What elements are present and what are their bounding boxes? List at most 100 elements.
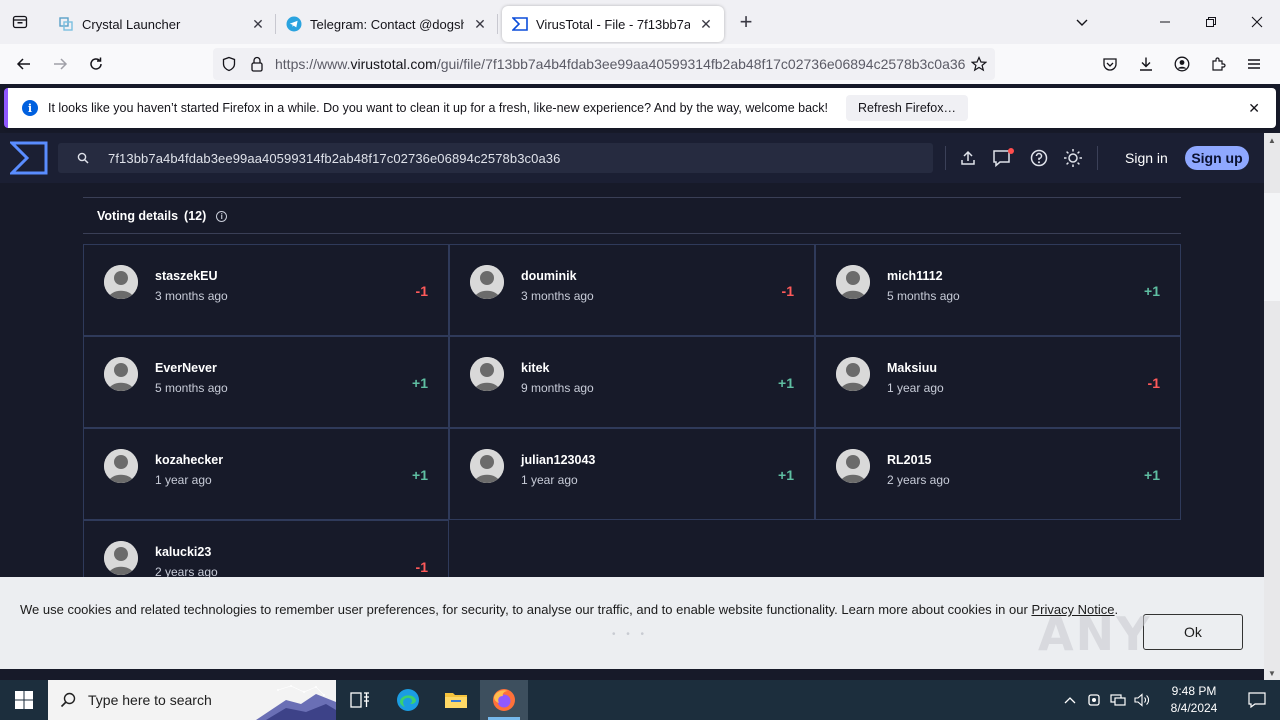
- vote-card: EverNever 5 months ago +1: [83, 336, 449, 428]
- avatar[interactable]: [470, 265, 504, 299]
- refresh-firefox-button[interactable]: Refresh Firefox…: [846, 95, 968, 121]
- forward-button[interactable]: [42, 48, 78, 80]
- avatar[interactable]: [104, 265, 138, 299]
- url-text[interactable]: https://www.virustotal.com/gui/file/7f13…: [275, 56, 965, 72]
- vote-time: 9 months ago: [521, 381, 594, 395]
- chat-icon: [993, 148, 1014, 168]
- tab-crystal-launcher[interactable]: Crystal Launcher ✕: [48, 6, 276, 42]
- vote-card: julian123043 1 year ago +1: [449, 428, 815, 520]
- avatar[interactable]: [836, 265, 870, 299]
- vote-value: -1: [781, 283, 794, 299]
- voter-username[interactable]: douminik: [521, 269, 577, 283]
- restore-button[interactable]: [1188, 0, 1234, 44]
- action-center-button[interactable]: [1234, 680, 1280, 720]
- scrollbar-thumb[interactable]: [1264, 193, 1280, 301]
- close-tab-icon[interactable]: ✕: [472, 16, 488, 32]
- avatar[interactable]: [470, 449, 504, 483]
- file-explorer-taskbar-button[interactable]: [432, 680, 480, 720]
- show-hidden-icons-button[interactable]: [1058, 680, 1082, 720]
- vote-card: RL2015 2 years ago +1: [815, 428, 1181, 520]
- start-button[interactable]: [0, 680, 48, 720]
- url-bar[interactable]: https://www.virustotal.com/gui/file/7f13…: [213, 48, 995, 80]
- windows-taskbar: Type here to search 9:48 PM 8/4/2024: [0, 680, 1280, 720]
- upload-button[interactable]: [957, 147, 979, 169]
- vote-time: 3 months ago: [155, 289, 228, 303]
- minimize-icon: [1160, 21, 1170, 23]
- new-tab-button[interactable]: +: [730, 6, 762, 38]
- bookmark-star-icon[interactable]: [965, 48, 993, 80]
- close-tab-icon[interactable]: ✕: [698, 16, 714, 32]
- volume-button[interactable]: [1130, 680, 1154, 720]
- voter-username[interactable]: kitek: [521, 361, 550, 375]
- sign-in-link[interactable]: Sign in: [1125, 150, 1168, 166]
- extensions-button[interactable]: [1200, 48, 1236, 80]
- help-button[interactable]: [1028, 147, 1050, 169]
- avatar[interactable]: [104, 449, 138, 483]
- voting-details-title: Voting details: [97, 209, 179, 223]
- scroll-up-arrow[interactable]: ▲: [1264, 133, 1280, 147]
- voter-username[interactable]: kozahecker: [155, 453, 223, 467]
- tray-app-button[interactable]: [1082, 680, 1106, 720]
- vote-value: -1: [415, 283, 428, 299]
- account-button[interactable]: [1164, 48, 1200, 80]
- taskbar-search-box[interactable]: Type here to search: [48, 680, 336, 720]
- sign-up-button[interactable]: Sign up: [1185, 146, 1249, 170]
- avatar[interactable]: [104, 541, 138, 575]
- info-icon[interactable]: i: [216, 210, 228, 222]
- notification-message: It looks like you haven’t started Firefo…: [48, 101, 829, 115]
- voter-username[interactable]: mich1112: [887, 269, 943, 283]
- tab-title: Telegram: Contact @dogshouse: [310, 16, 464, 32]
- voter-username[interactable]: julian123043: [521, 453, 595, 467]
- edge-taskbar-button[interactable]: [384, 680, 432, 720]
- vote-value: +1: [412, 375, 428, 391]
- firefox-taskbar-button[interactable]: [480, 680, 528, 720]
- minimize-button[interactable]: [1142, 0, 1188, 44]
- divider: [83, 233, 1181, 234]
- edge-icon: [397, 689, 419, 711]
- vote-time: 3 months ago: [521, 289, 594, 303]
- windows-logo-icon: [15, 691, 33, 709]
- network-button[interactable]: [1106, 680, 1130, 720]
- network-icon: [1110, 694, 1126, 706]
- voter-username[interactable]: staszekEU: [155, 269, 218, 283]
- vote-value: +1: [778, 375, 794, 391]
- lock-icon[interactable]: [243, 48, 271, 80]
- tab-telegram[interactable]: Telegram: Contact @dogshouse ✕: [276, 6, 498, 42]
- avatar[interactable]: [836, 449, 870, 483]
- avatar[interactable]: [470, 357, 504, 391]
- page-scrollbar[interactable]: ▲ ▼: [1264, 133, 1280, 680]
- avatar[interactable]: [104, 357, 138, 391]
- voter-username[interactable]: kalucki23: [155, 545, 211, 559]
- app-menu-button[interactable]: [1236, 48, 1272, 80]
- pocket-button[interactable]: [1092, 48, 1128, 80]
- sun-icon: [1064, 149, 1082, 167]
- task-view-button[interactable]: [336, 680, 384, 720]
- vote-value: +1: [778, 467, 794, 483]
- search-icon: [58, 152, 108, 164]
- close-tab-icon[interactable]: ✕: [250, 16, 266, 32]
- voter-username[interactable]: EverNever: [155, 361, 217, 375]
- search-input[interactable]: 7f13bb7a4b4fdab3ee99aa40599314fb2ab48f17…: [58, 143, 933, 173]
- close-window-button[interactable]: [1234, 0, 1280, 44]
- vote-time: 5 months ago: [155, 381, 228, 395]
- firefox-view-button[interactable]: [0, 0, 40, 44]
- shield-icon[interactable]: [215, 48, 243, 80]
- back-button[interactable]: [6, 48, 42, 80]
- voter-username[interactable]: RL2015: [887, 453, 931, 467]
- close-notification-icon[interactable]: ✕: [1248, 100, 1260, 117]
- tab-virustotal[interactable]: VirusTotal - File - 7f13bb7a4b4fd ✕: [502, 6, 724, 42]
- reload-button[interactable]: [78, 48, 114, 80]
- tray-app-icon: [1088, 694, 1100, 706]
- avatar[interactable]: [836, 357, 870, 391]
- vote-time: 2 years ago: [887, 473, 950, 487]
- folder-icon: [445, 693, 467, 708]
- theme-toggle-button[interactable]: [1062, 147, 1084, 169]
- notifications-button[interactable]: [992, 147, 1014, 169]
- firefox-notification-bar: i It looks like you haven’t started Fire…: [4, 88, 1276, 128]
- taskbar-clock[interactable]: 9:48 PM 8/4/2024: [1154, 683, 1234, 717]
- vote-card: kitek 9 months ago +1: [449, 336, 815, 428]
- downloads-button[interactable]: [1128, 48, 1164, 80]
- virustotal-logo[interactable]: [0, 133, 58, 183]
- voter-username[interactable]: Maksiuu: [887, 361, 937, 375]
- list-all-tabs-button[interactable]: [1068, 8, 1096, 36]
